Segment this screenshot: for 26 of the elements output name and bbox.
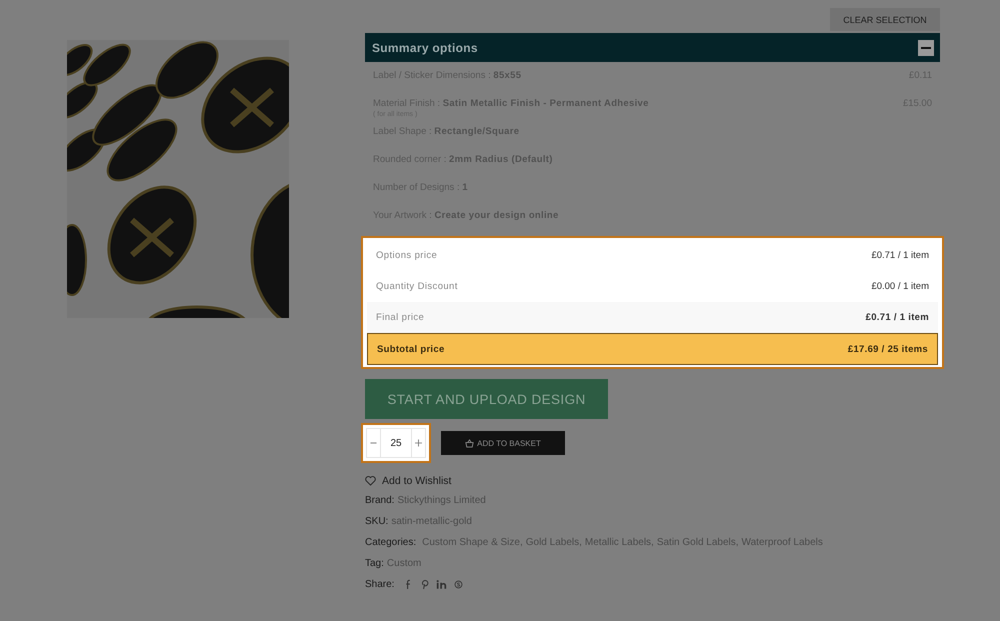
plus-icon[interactable] <box>411 428 426 458</box>
summary-title: Summary options <box>372 40 478 54</box>
collapse-icon[interactable] <box>918 40 934 56</box>
heart-icon <box>365 476 376 486</box>
quantity-field[interactable]: 25 <box>381 428 411 458</box>
price-value: £0.00 / 1 item <box>871 281 929 292</box>
price-label: Options price <box>376 250 438 261</box>
brand-label: Brand: <box>365 495 394 506</box>
linkedin-icon[interactable] <box>436 579 448 590</box>
price-label: Final price <box>376 312 424 323</box>
skype-icon[interactable] <box>454 579 464 590</box>
tag-label: Tag: <box>365 558 384 569</box>
price-value: £0.71 / 1 item <box>866 312 929 323</box>
price-label: Subtotal price <box>377 344 445 354</box>
categories-label: Categories: <box>365 537 416 548</box>
pinterest-icon[interactable] <box>420 579 430 590</box>
price-value: £0.71 / 1 item <box>871 250 929 261</box>
add-to-basket-button[interactable]: ADD TO BASKET <box>441 431 565 455</box>
sku-label: SKU: <box>365 516 388 527</box>
share-label: Share: <box>365 579 394 590</box>
basket-icon <box>465 438 474 448</box>
price-value: £17.69 / 25 items <box>848 344 928 354</box>
clear-selection-button[interactable]: CLEAR SELECTION <box>830 8 940 31</box>
upload-design-button[interactable]: START AND UPLOAD DESIGN <box>365 379 608 419</box>
price-label: Quantity Discount <box>376 281 458 292</box>
wishlist-link[interactable]: Add to Wishlist <box>365 475 452 487</box>
